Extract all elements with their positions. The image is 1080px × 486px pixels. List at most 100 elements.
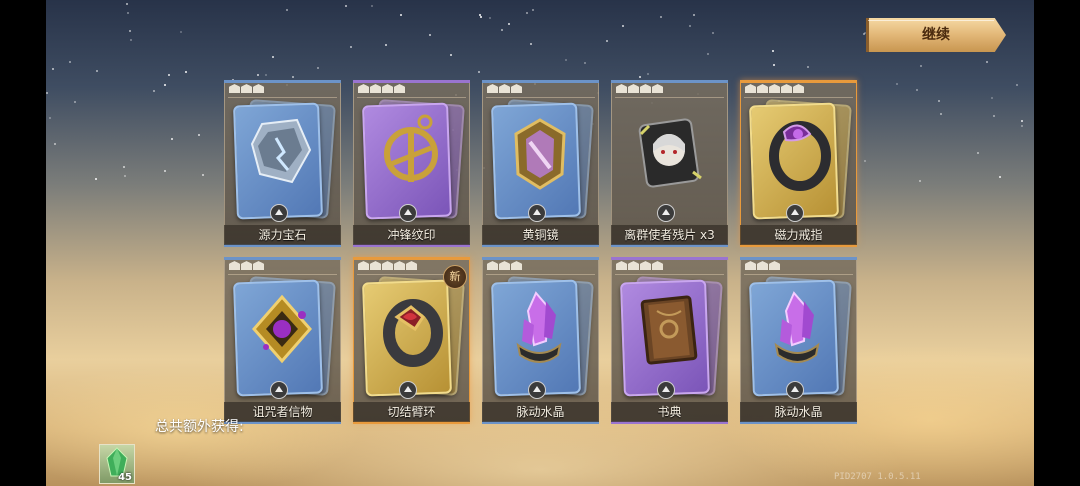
item-type-icon	[786, 204, 804, 222]
star	[52, 68, 54, 70]
star	[532, 9, 534, 11]
star	[124, 175, 126, 177]
reward-card[interactable]: 切结臂环 新	[353, 257, 470, 424]
reward-card[interactable]: 源力宝石	[224, 80, 341, 247]
card-name: 切结臂环	[387, 405, 436, 419]
star	[202, 174, 204, 176]
rank-pip-icon	[370, 84, 381, 93]
item-type-icon	[399, 204, 417, 222]
star	[896, 83, 898, 85]
card-divider	[615, 97, 724, 98]
star	[772, 50, 774, 52]
star	[526, 12, 528, 14]
star	[257, 74, 259, 76]
rank-pip-icon	[745, 84, 756, 93]
item-type-icon	[657, 381, 675, 399]
rank-pip-icon	[394, 261, 405, 270]
item-type-icon	[270, 381, 288, 399]
star	[660, 16, 662, 18]
star	[647, 73, 649, 75]
star	[530, 43, 532, 45]
card-name: 冲锋纹印	[387, 228, 436, 242]
star	[286, 9, 288, 11]
extra-reward-count: 45	[118, 472, 132, 483]
rank-pip-icon	[652, 84, 663, 93]
card-divider	[228, 97, 337, 98]
star	[863, 33, 865, 35]
star	[385, 44, 387, 46]
card-name: 黄铜镜	[522, 228, 559, 242]
rank-pip-icon	[358, 84, 369, 93]
star	[180, 31, 182, 33]
rank-pips	[745, 84, 804, 96]
crystal-icon	[774, 291, 820, 363]
reward-card[interactable]: 脉动水晶	[482, 257, 599, 424]
rank-pip-icon	[499, 261, 510, 270]
card-rarity-strip	[224, 80, 341, 83]
star	[807, 66, 809, 68]
card-name: 源力宝石	[258, 228, 307, 242]
star	[317, 67, 319, 69]
rank-pip-icon	[511, 84, 522, 93]
extra-reward-item[interactable]: 45	[99, 444, 135, 484]
card-divider	[228, 274, 337, 275]
star	[127, 12, 129, 14]
rank-pip-icon	[382, 84, 393, 93]
rank-pips	[358, 261, 417, 273]
rank-pip-icon	[406, 261, 417, 270]
card-divider	[744, 97, 853, 98]
rank-pip-icon	[793, 84, 804, 93]
reward-card[interactable]: 磁力戒指	[740, 80, 857, 247]
reward-card[interactable]: 冲锋纹印	[353, 80, 470, 247]
star	[977, 152, 979, 154]
ring-icon	[769, 121, 831, 191]
rank-pips	[229, 261, 264, 273]
star	[864, 160, 866, 162]
star	[606, 40, 608, 42]
right-letterbox	[1034, 0, 1080, 486]
reward-card[interactable]: 离群使者残片 x3	[611, 80, 728, 247]
rank-pips	[487, 261, 522, 273]
reward-card[interactable]: 书典	[611, 257, 728, 424]
card-name: 磁力戒指	[774, 228, 823, 242]
star	[940, 113, 942, 115]
star	[168, 74, 170, 76]
card-rarity-strip	[482, 80, 599, 83]
continue-button[interactable]: 继续	[866, 18, 1006, 52]
star	[478, 71, 480, 73]
rank-pips	[745, 261, 780, 273]
star	[429, 34, 431, 36]
star	[919, 180, 921, 182]
card-rarity-strip	[482, 257, 599, 260]
card-divider	[486, 274, 595, 275]
reward-card[interactable]: 脉动水晶	[740, 257, 857, 424]
card-rarity-strip	[353, 80, 470, 83]
card-name: 脉动水晶	[774, 405, 823, 419]
bracelet-icon	[383, 299, 443, 367]
reward-card[interactable]: 黄铜镜	[482, 80, 599, 247]
rank-pip-icon	[640, 84, 651, 93]
rank-pip-icon	[487, 261, 498, 270]
reward-card[interactable]: 诅咒者信物	[224, 257, 341, 424]
star	[345, 5, 347, 7]
card-rarity-strip	[224, 257, 341, 260]
rank-pip-icon	[358, 261, 369, 270]
star	[622, 25, 624, 27]
star	[565, 59, 567, 61]
item-type-icon	[270, 204, 288, 222]
rank-pip-icon	[652, 261, 663, 270]
star	[1021, 125, 1023, 127]
star	[999, 176, 1001, 178]
star	[1016, 84, 1018, 86]
star	[920, 65, 922, 67]
star	[46, 92, 48, 94]
star	[54, 143, 56, 145]
star	[1021, 120, 1023, 122]
star	[350, 46, 352, 48]
rank-pip-icon	[241, 261, 252, 270]
star	[707, 53, 709, 55]
star	[164, 170, 166, 172]
star	[986, 61, 988, 63]
star	[489, 17, 491, 19]
star	[400, 14, 402, 16]
